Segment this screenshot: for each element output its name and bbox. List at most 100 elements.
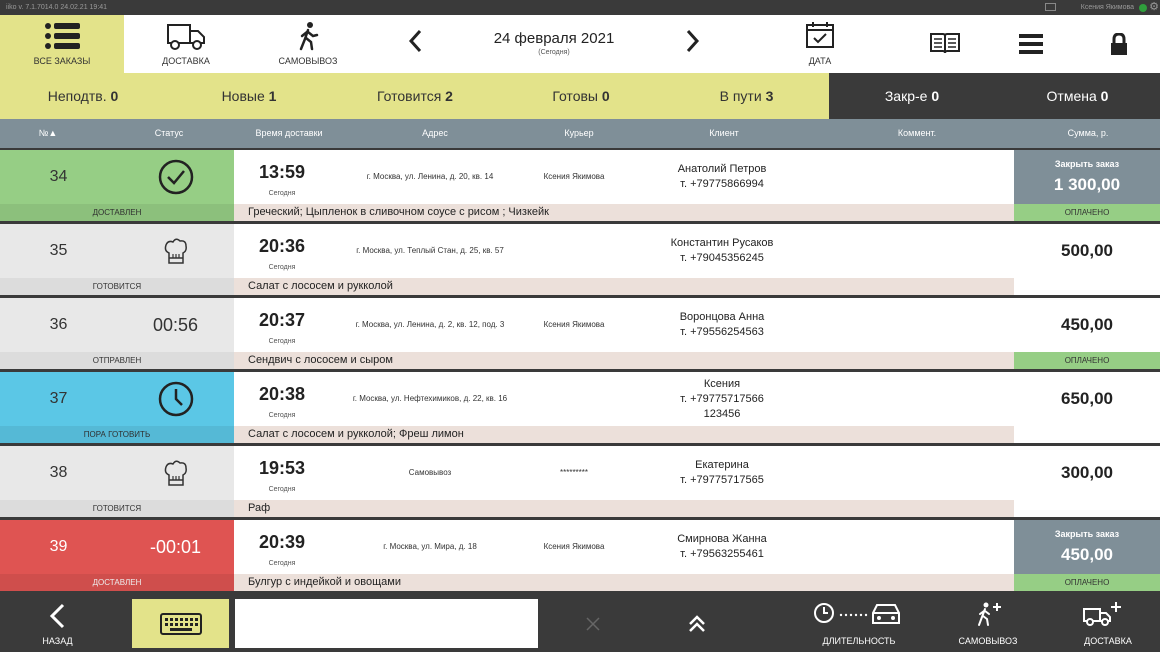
settings-icon[interactable]: ⚙ <box>1149 1 1159 13</box>
search-input[interactable] <box>235 599 538 648</box>
online-status-icon <box>1139 4 1147 12</box>
version-text: iiko v. 7.1.7014.0 24.02.21 19:41 <box>6 4 108 11</box>
order-details: 20:37 Сегодня г. Москва, ул. Ленина, д. 2,… <box>234 298 1014 352</box>
lock-button[interactable] <box>1094 15 1144 73</box>
client-phone: т. +79775866994 <box>680 178 764 190</box>
client-phone: т. +79775717566 <box>680 392 764 405</box>
clear-search-button[interactable] <box>578 595 608 652</box>
clock-car-icon <box>814 603 900 624</box>
check-circle-icon <box>158 159 194 195</box>
close-order-button[interactable]: Закрыть заказ 450,00 <box>1014 520 1160 574</box>
new-pickup-button[interactable]: САМОВЫВОЗ <box>938 595 1038 652</box>
filter-count: 0 <box>931 88 940 104</box>
duration-button[interactable]: ДЛИТЕЛЬНОСТЬ <box>808 595 910 652</box>
main-menu-button[interactable] <box>1006 15 1056 73</box>
order-sum: 1 300,00 <box>1053 175 1121 194</box>
new-delivery-button[interactable]: ДОСТАВКА <box>1058 595 1158 652</box>
truck-plus-icon <box>1083 602 1121 626</box>
bottom-toolbar: НАЗАД ДЛИТЕЛЬНОСТЬ САМОВЫВОЗ ДОСТАВКА <box>0 595 1160 652</box>
table-row[interactable]: 34 ДОСТАВЛЕН 13:59 Сегодня г. Москва, ул. Ле… <box>0 150 1160 221</box>
filter-count: 1 <box>268 88 277 104</box>
delivery-day: Сегодня <box>268 412 296 419</box>
payment-status <box>1014 278 1160 295</box>
table-row[interactable]: 39 -00:01 ДОСТАВЛЕН 20:39 Сегодня г. Москва, … <box>0 520 1160 591</box>
client-name: Екатерина <box>695 459 749 471</box>
col-courier[interactable]: Курьер <box>564 128 593 138</box>
delivery-address: г. Москва, ул. Теплый Стан, д. 25, кв. 5… <box>356 246 504 255</box>
col-number[interactable]: №▲ <box>39 128 58 138</box>
client-name: Ксения <box>703 377 741 390</box>
lock-icon <box>1111 33 1127 55</box>
system-bar: iiko v. 7.1.7014.0 24.02.21 19:41 Ксения… <box>0 0 1160 15</box>
order-sum: 450,00 <box>1061 545 1113 564</box>
client-name: Смирнова Жанна <box>677 533 767 545</box>
table-row[interactable]: 35 ГОТОВИТСЯ 20:36 Сегодня г. Москва, ул. Те… <box>0 224 1160 295</box>
filter-new[interactable]: Новые 1 <box>166 73 332 119</box>
prev-date-button[interactable] <box>408 29 422 59</box>
order-details: 13:59 Сегодня г. Москва, ул. Ленина, д. 20… <box>234 150 1014 204</box>
filter-label: Отмена <box>1046 88 1097 104</box>
current-date: 24 февраля 2021 <box>493 30 615 47</box>
mail-icon[interactable] <box>1045 3 1056 11</box>
scroll-top-button[interactable] <box>680 595 714 652</box>
client-phone: т. +79563255461 <box>680 548 764 560</box>
keyboard-icon <box>160 613 202 635</box>
filter-ready[interactable]: Готовы 0 <box>498 73 664 119</box>
filter-cancelled[interactable]: Отмена 0 <box>995 73 1160 119</box>
order-items: Греческий; Цыпленок в сливочном соусе с … <box>234 204 1014 221</box>
order-number: 37 <box>0 372 117 426</box>
order-status-cell <box>117 372 234 426</box>
date-picker-button[interactable]: ДАТА <box>780 15 860 73</box>
next-date-button[interactable] <box>686 29 700 59</box>
keyboard-button[interactable] <box>132 599 229 648</box>
col-comment[interactable]: Коммент. <box>898 128 936 138</box>
filter-label: Новые <box>221 88 265 104</box>
col-status[interactable]: Статус <box>155 128 183 138</box>
filter-unconfirmed[interactable]: Неподтв. 0 <box>0 73 166 119</box>
chevron-left-icon <box>408 29 422 53</box>
table-row[interactable]: 37 ПОРА ГОТОВИТЬ 20:38 Сегодня г. Москва, ул… <box>0 372 1160 443</box>
delivery-address: г. Москва, ул. Ленина, д. 20, кв. 14 <box>366 172 494 181</box>
menu-book-button[interactable] <box>920 15 970 73</box>
top-nav: ВСЕ ЗАКАЗЫ ДОСТАВКА САМОВЫВОЗ 24 февраля… <box>0 15 1160 73</box>
filter-count: 0 <box>1100 88 1109 104</box>
payment-status: ОПЛАЧЕНО <box>1014 574 1160 591</box>
col-delivery-time[interactable]: Время доставки <box>255 128 322 138</box>
hamburger-icon <box>1019 34 1043 54</box>
book-icon <box>930 33 960 54</box>
delivery-time: 20:39 <box>258 532 306 552</box>
client-name: Константин Русаков <box>670 237 774 249</box>
courier-name: ********* <box>559 468 589 477</box>
delivery-day: Сегодня <box>268 264 296 271</box>
filter-closed[interactable]: Закр-е 0 <box>829 73 995 119</box>
person-plus-icon <box>978 602 1001 626</box>
delivery-filter-button[interactable]: ДОСТАВКА <box>124 15 248 73</box>
close-order-label: Закрыть заказ <box>1054 529 1120 539</box>
all-orders-button[interactable]: ВСЕ ЗАКАЗЫ <box>0 15 124 73</box>
status-badge: ПОРА ГОТОВИТЬ <box>0 426 234 443</box>
pickup-filter-button[interactable]: САМОВЫВОЗ <box>248 15 368 73</box>
close-order-button[interactable]: Закрыть заказ 1 300,00 <box>1014 150 1160 204</box>
status-badge: ГОТОВИТСЯ <box>0 278 234 295</box>
timer-text: 00:56 <box>152 314 199 335</box>
client-phone: т. +79775717565 <box>680 474 764 486</box>
client-info: Анатолий Петров т. +79775866994 <box>634 150 810 204</box>
truck-icon <box>167 24 205 50</box>
list-icon <box>45 23 80 49</box>
filter-on-the-way[interactable]: В пути 3 <box>664 73 829 119</box>
filter-cooking[interactable]: Готовится 2 <box>332 73 498 119</box>
col-address[interactable]: Адрес <box>422 128 448 138</box>
order-items: Раф <box>234 500 1014 517</box>
order-status-cell <box>117 224 234 278</box>
table-row[interactable]: 38 ГОТОВИТСЯ 19:53 Сегодня Самовывоз ********… <box>0 446 1160 517</box>
col-sum[interactable]: Сумма, р. <box>1068 128 1109 138</box>
payment-status <box>1014 500 1160 517</box>
back-button[interactable]: НАЗАД <box>0 595 115 652</box>
filter-count: 3 <box>765 88 774 104</box>
filter-label: Готовится <box>377 88 442 104</box>
all-orders-label: ВСЕ ЗАКАЗЫ <box>33 56 91 66</box>
col-client[interactable]: Клиент <box>709 128 739 138</box>
order-sum: 500,00 <box>1061 241 1113 260</box>
table-row[interactable]: 36 00:56 ОТПРАВЛЕН 20:37 Сегодня г. Москва, у… <box>0 298 1160 369</box>
timer-text: -00:01 <box>149 536 202 557</box>
